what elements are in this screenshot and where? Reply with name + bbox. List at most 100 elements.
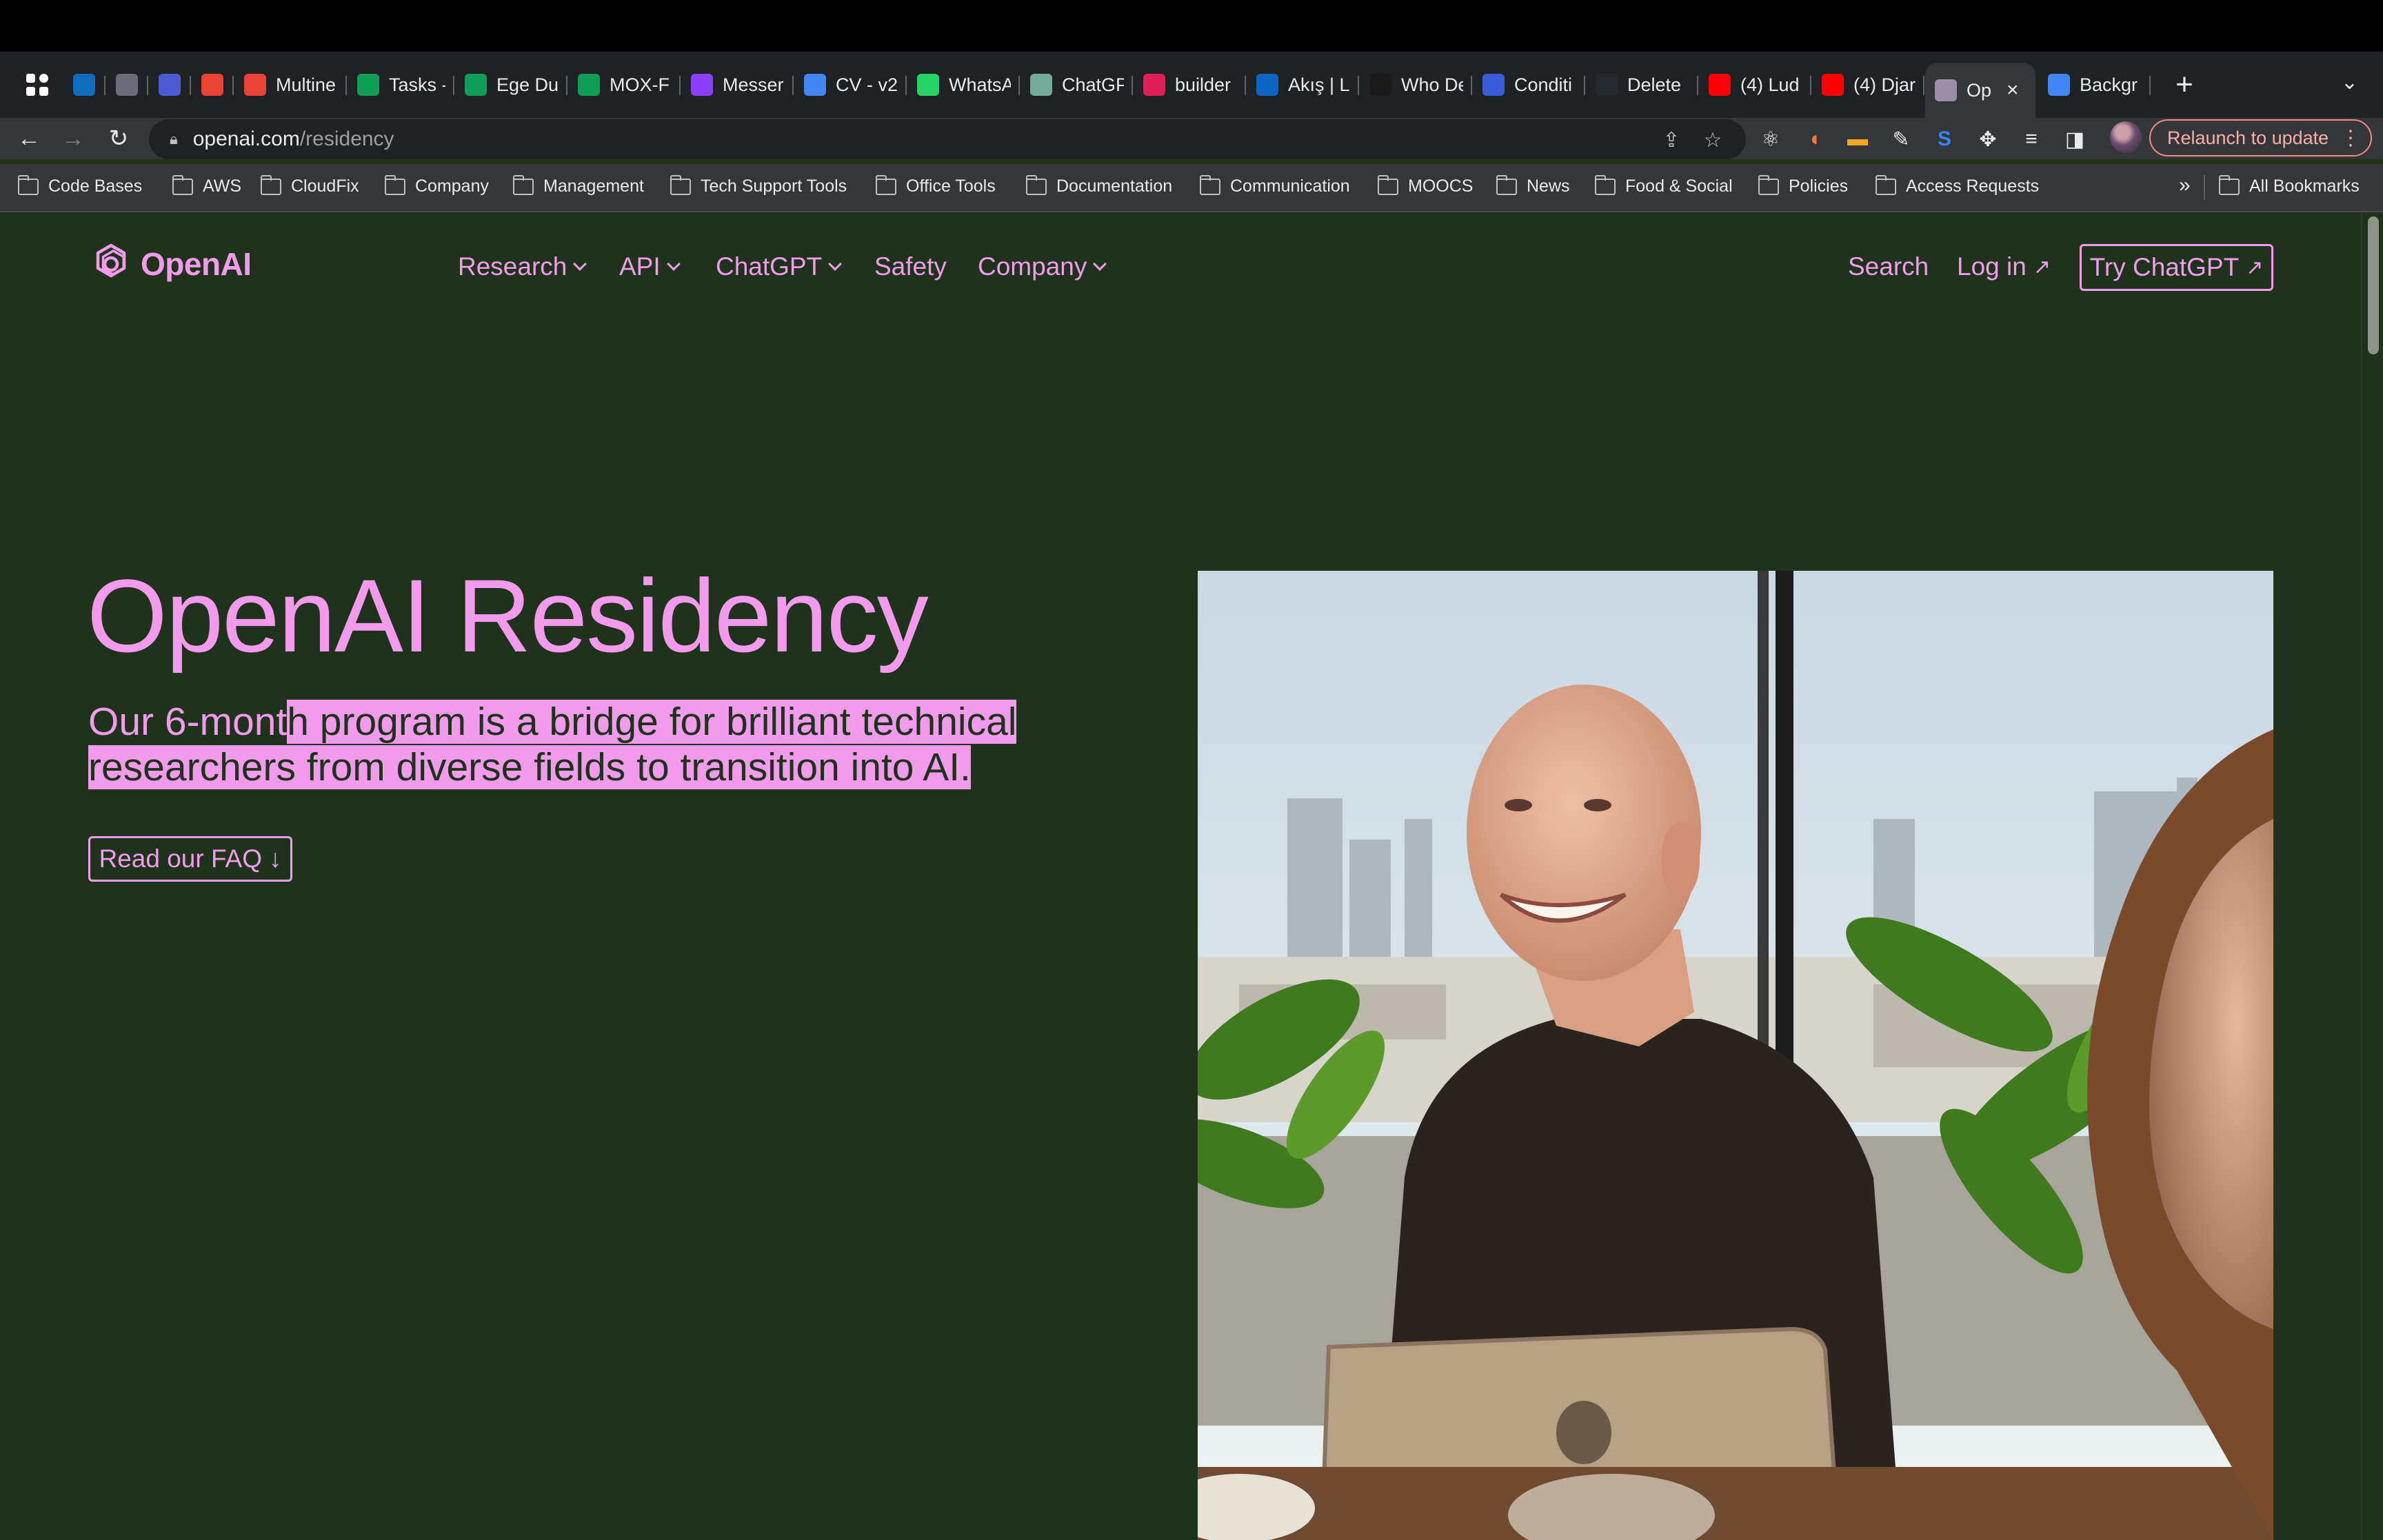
more-menu-icon[interactable]: ⋮ [2340,126,2361,150]
browser-tab[interactable] [106,61,148,109]
browser-tab[interactable]: Backgr [2038,61,2151,109]
forward-arrow-icon[interactable]: → [52,118,94,159]
folder-icon [1025,174,1047,195]
nav-safety[interactable]: Safety [874,252,947,281]
bookmark-folder[interactable]: Access Requests [1875,174,2040,196]
browser-tab[interactable] [149,61,191,109]
extension-orange-icon[interactable]: ◖ [1801,126,1827,152]
reload-icon[interactable]: ↻ [98,118,139,159]
openai-logo[interactable]: OpenAI [88,241,252,287]
folder-icon [1875,174,1896,195]
new-tab-button[interactable]: + [2165,68,2204,102]
folder-icon [1377,174,1398,195]
nav-api[interactable]: API [619,252,681,281]
extensions-puzzle-icon[interactable]: ✥ [1975,126,2001,152]
bookmark-folder[interactable]: Documentation [1025,174,1172,196]
openai-logo-icon [96,243,126,278]
bookmark-star-icon[interactable]: ☆ [1699,126,1727,154]
tab-title: Tasks - [389,74,445,95]
browser-tab[interactable]: Ege Du [455,61,567,109]
read-faq-button[interactable]: Read our FAQ ↓ [88,836,292,882]
browser-tab[interactable]: Who De [1360,61,1472,109]
share-icon[interactable]: ⇪ [1658,126,1685,154]
faq-label: Read our FAQ [99,844,262,873]
nav-chatgpt[interactable]: ChatGPT [716,252,843,281]
active-tab[interactable]: Op × [1925,63,2035,118]
side-panel-icon[interactable]: ◨ [2062,126,2088,152]
browser-tab[interactable]: WhatsA [907,61,1020,109]
outlook-icon [73,74,95,96]
nav-company[interactable]: Company [978,252,1107,281]
bookmark-label: Access Requests [1906,176,2040,196]
page-scrollbar[interactable] [2361,214,2383,1540]
browser-tab[interactable]: Akış | L [1247,61,1359,109]
bookmark-folder[interactable]: MOOCS [1377,174,1474,196]
browser-tab[interactable]: Multine [234,61,347,109]
login-link[interactable]: Log in ↗ [1957,252,2051,281]
external-arrow-icon: ↗ [2033,255,2051,278]
bookmark-folder[interactable]: CloudFix [260,174,359,196]
browser-tab[interactable]: (4) Djar [1812,61,1924,109]
bookmark-label: MOOCS [1408,176,1474,196]
bookmark-folder[interactable]: AWS [172,174,241,196]
bookmark-folder[interactable]: Company [384,174,489,196]
all-bookmarks-button[interactable]: All Bookmarks [2218,174,2360,196]
folder-icon [384,174,405,195]
browser-tab[interactable]: CV - v2 [794,61,907,109]
extension-s-icon[interactable]: S [1931,126,1958,152]
browser-tab[interactable] [63,61,105,109]
browser-tab[interactable]: builder [1134,61,1246,109]
bookmark-folder[interactable]: Management [512,174,644,196]
github-icon [1596,74,1618,96]
browser-tab[interactable]: Delete [1586,61,1698,109]
nav-research[interactable]: Research [458,252,587,281]
bookmark-folder[interactable]: Communication [1199,174,1350,196]
browser-tab[interactable]: Messer [681,61,794,109]
bookmark-label: News [1527,176,1570,196]
profile-avatar[interactable] [2110,121,2142,153]
folder-icon [1496,174,1517,195]
reading-list-icon[interactable]: ≡ [2018,126,2044,152]
tab-title: Akış | L [1288,74,1350,95]
whatsapp-icon [917,74,939,96]
address-bar[interactable]: 🔒︎ openai.com/residency ⇪ ☆ [149,119,1746,159]
search-link[interactable]: Search [1848,252,1929,281]
browser-tab[interactable]: (4) Lud [1699,61,1811,109]
url-host: openai.com [192,128,300,150]
sheets-icon [578,74,600,96]
scrollbar-thumb[interactable] [2368,216,2379,354]
try-chatgpt-button[interactable]: Try ChatGPT ↗ [2080,244,2273,291]
youtube-icon [1709,74,1731,96]
lock-icon: 🔒︎ [170,130,178,148]
bookmark-label: Food & Social [1625,176,1733,196]
folder-icon [172,174,193,195]
bookmark-folder[interactable]: Tech Support Tools [670,174,847,196]
hero-photo [1198,571,2273,1540]
bookmark-folder[interactable]: Code Bases [17,174,142,196]
folder-icon [1594,174,1616,195]
bookmark-folder[interactable]: Office Tools [875,174,996,196]
browser-tab[interactable]: MOX-F [568,61,681,109]
bookmark-folder[interactable]: Policies [1758,174,1848,196]
browser-tab[interactable]: ChatGP [1020,61,1133,109]
extension-wallet-icon[interactable]: ▬ [1844,126,1871,152]
browser-tab[interactable]: Tasks - [348,61,454,109]
browser-tab[interactable] [192,61,234,109]
close-tab-icon[interactable]: × [2007,79,2019,102]
bookmarks-overflow-icon[interactable]: » [2179,174,2191,197]
bookmark-folder[interactable]: Food & Social [1594,174,1733,196]
tab-title: Who De [1401,74,1463,95]
react-devtools-icon[interactable]: ⚛ [1758,126,1784,152]
browser-tab[interactable]: Conditi [1473,61,1585,109]
app-launcher-icon[interactable] [18,65,57,104]
color-picker-icon[interactable]: ✎ [1888,126,1914,152]
nav-chatgpt-label: ChatGPT [716,252,823,281]
back-arrow-icon[interactable]: ← [8,118,50,159]
relaunch-button[interactable]: Relaunch to update ⋮ [2149,119,2372,156]
bookmark-label: Office Tools [906,176,996,196]
tab-strip: Multine Tasks - Ege Du MOX-F Messer CV - v2 Wh… [0,52,2383,118]
bookmark-folder[interactable]: News [1496,174,1570,196]
sheets-icon [465,74,487,96]
tab-search-chevron-icon[interactable]: ⌄ [2341,70,2358,94]
docs-icon [804,74,826,96]
